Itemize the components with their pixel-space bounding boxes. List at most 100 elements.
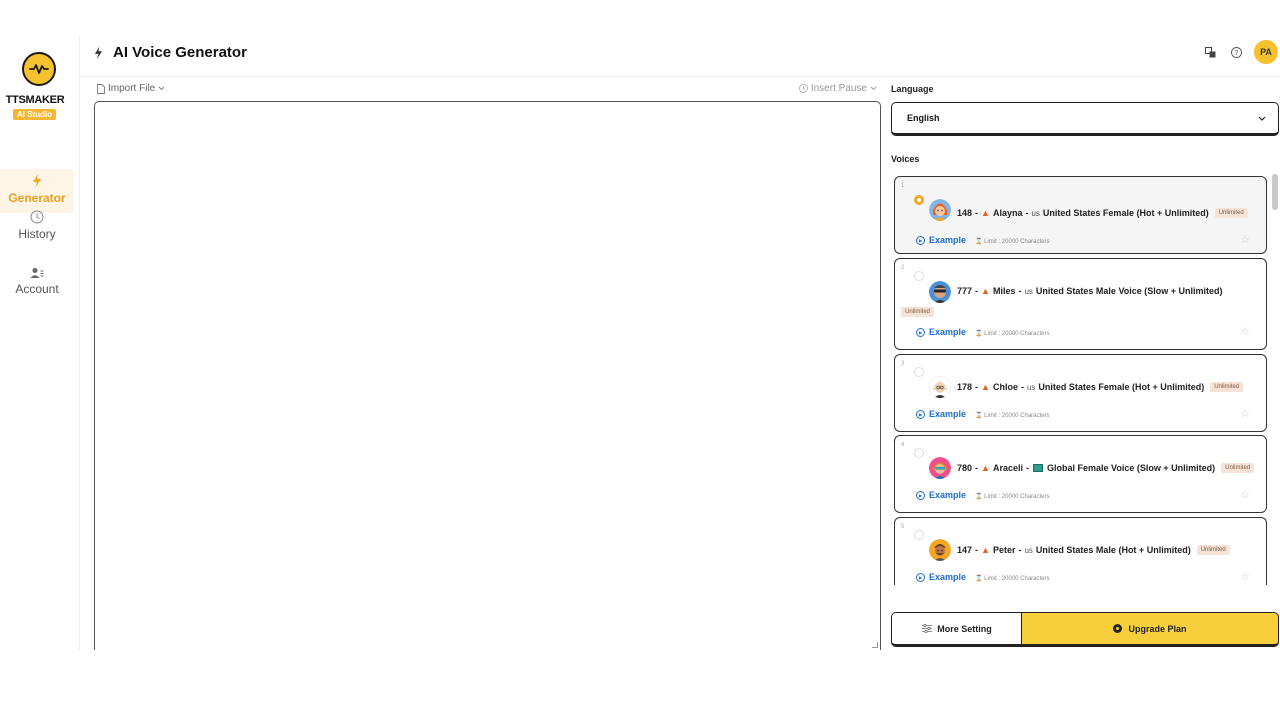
unlimited-badge: Unlimited (1196, 545, 1230, 555)
play-icon: ▶ (916, 327, 925, 337)
ai-studio-badge[interactable]: AI Studio (13, 109, 57, 120)
voice-avatar-icon (929, 457, 951, 479)
sidebar: TTSMAKER AI Studio Generator History Acc… (0, 36, 80, 650)
voices-list[interactable]: 1 148- ▲ Alayna - us United States Female (H… (891, 172, 1280, 585)
voice-name: 780- ▲ Araceli - Global Female Voice (Slow … (957, 463, 1255, 473)
svg-text:?: ? (1234, 50, 1238, 57)
hourglass-icon: ⌛ (975, 413, 985, 419)
sidebar-item-label: Account (15, 282, 59, 296)
flame-icon: ▲ (981, 463, 990, 473)
hourglass-icon: ⌛ (975, 239, 985, 245)
voice-name: 148- ▲ Alayna - us United States Female (Hot… (957, 208, 1248, 218)
voice-index: 5 (901, 524, 905, 530)
scrollbar[interactable] (1272, 174, 1278, 210)
more-setting-label: More Setting (937, 623, 992, 634)
timer-icon (798, 84, 808, 93)
voice-limit: ⌛ Limit : 20000 Characters (975, 331, 1050, 337)
voice-limit: ⌛ Limit : 20000 Characters (975, 239, 1050, 245)
voice-limit: ⌛ Limit : 20000 Characters (975, 413, 1050, 419)
star-icon[interactable]: ☆ (1240, 407, 1250, 420)
bolt-icon (94, 46, 103, 59)
voice-card[interactable]: 3 178- ▲ Chloe - us United States Female (Ho… (894, 354, 1267, 432)
voice-card[interactable]: 2 777- ▲ Miles - us United States Male Voice… (894, 258, 1267, 350)
ttsmaker-logo[interactable] (22, 52, 56, 86)
sidebar-item-label: History (18, 227, 56, 241)
language-label: Language (891, 84, 934, 94)
language-select[interactable]: English (891, 102, 1279, 136)
resize-handle[interactable] (872, 642, 878, 648)
text-editor[interactable] (94, 101, 881, 650)
voice-limit: ⌛ Limit : 20000 Characters (975, 576, 1050, 582)
voice-radio[interactable] (914, 367, 924, 377)
clock-icon (30, 210, 44, 224)
unlimited-badge: Unlimited (1221, 463, 1255, 473)
more-setting-button[interactable]: More Setting (891, 612, 1022, 647)
play-icon: ▶ (916, 235, 925, 245)
voice-card[interactable]: 5 147- ▲ Peter - us United States Male (Hot … (894, 517, 1267, 585)
voice-limit: ⌛ Limit : 20000 Characters (975, 494, 1050, 500)
example-button[interactable]: ▶ Example (916, 572, 966, 582)
page-title-text: AI Voice Generator (113, 44, 247, 61)
import-file-label: Import File (108, 83, 156, 94)
star-icon[interactable]: ☆ (1240, 325, 1250, 338)
import-file-button[interactable]: Import File (97, 83, 165, 94)
sidebar-item-account[interactable]: Account (0, 265, 74, 296)
unlimited-badge: Unlimited (1214, 208, 1248, 218)
voice-name: 178- ▲ Chloe - us United States Female (Hot … (957, 382, 1244, 392)
avatar[interactable]: PA (1254, 40, 1278, 64)
record-icon (1113, 624, 1123, 633)
upgrade-plan-label: Upgrade Plan (1128, 623, 1187, 634)
waveform-icon (29, 64, 49, 74)
app-name: TTSMAKER (5, 94, 65, 106)
voices-label: Voices (891, 154, 920, 164)
example-button[interactable]: ▶ Example (916, 327, 966, 337)
example-button[interactable]: ▶ Example (916, 235, 966, 245)
upgrade-plan-button[interactable]: Upgrade Plan (1021, 612, 1279, 647)
chevron-down-icon (1258, 116, 1266, 121)
hourglass-icon: ⌛ (975, 494, 985, 500)
unlimited-badge: Unlimited (901, 307, 935, 317)
voice-index: 1 (901, 183, 905, 189)
flame-icon: ▲ (981, 286, 990, 296)
voice-card[interactable]: 1 148- ▲ Alayna - us United States Female (H… (894, 176, 1267, 254)
star-icon[interactable]: ☆ (1240, 233, 1250, 246)
header-divider (80, 76, 1280, 77)
unlimited-badge: Unlimited (1210, 382, 1244, 392)
global-flag-icon (1032, 464, 1043, 472)
sidebar-item-label: Generator (8, 191, 66, 205)
voice-avatar-icon (929, 539, 951, 561)
voice-radio[interactable] (914, 448, 924, 458)
voice-card[interactable]: 4 780- ▲ Araceli - Global Female Voice (Slo… (894, 435, 1267, 513)
sliders-icon (922, 624, 933, 633)
language-selected: English (907, 113, 940, 123)
voice-name: 147- ▲ Peter - us United States Male (Hot + … (957, 545, 1230, 555)
translate-icon[interactable] (1202, 44, 1218, 60)
voice-name: 777- ▲ Miles - us United States Male Voice (… (957, 286, 1223, 296)
example-button[interactable]: ▶ Example (916, 409, 966, 419)
voice-radio[interactable] (914, 271, 924, 281)
play-icon: ▶ (916, 490, 925, 500)
flame-icon: ▲ (981, 545, 990, 555)
page-title: AI Voice Generator (94, 44, 247, 61)
sidebar-item-generator[interactable]: Generator (0, 169, 74, 213)
header-actions: ? PA (1202, 40, 1280, 64)
bolt-icon (33, 174, 41, 188)
flame-icon: ▲ (981, 382, 990, 392)
flame-icon: ▲ (981, 208, 990, 218)
example-button[interactable]: ▶ Example (916, 490, 966, 500)
insert-pause-label: Insert Pause (810, 83, 867, 94)
voice-radio[interactable] (914, 530, 924, 540)
voice-index: 2 (901, 265, 905, 271)
sidebar-item-history[interactable]: History (0, 208, 74, 241)
star-icon[interactable]: ☆ (1240, 488, 1250, 501)
voice-radio[interactable] (914, 195, 924, 205)
voice-index: 4 (901, 442, 905, 448)
insert-pause-button[interactable]: Insert Pause (798, 83, 877, 94)
play-icon: ▶ (916, 572, 925, 582)
chevron-down-icon (870, 86, 877, 91)
voice-avatar-icon (929, 376, 951, 398)
hourglass-icon: ⌛ (975, 576, 985, 582)
account-icon (30, 268, 44, 278)
star-icon[interactable]: ☆ (1240, 570, 1250, 583)
help-icon[interactable]: ? (1228, 44, 1244, 60)
